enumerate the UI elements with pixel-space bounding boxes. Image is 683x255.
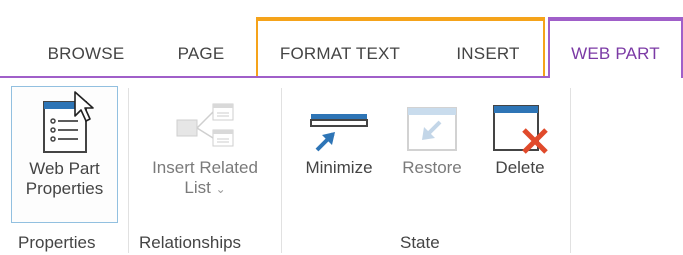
tab-browse[interactable]: BROWSE [32,32,140,76]
insert-related-list-label-text: List [184,178,211,197]
minimize-button[interactable]: Minimize [294,86,384,223]
mouse-cursor-icon [73,90,95,129]
web-part-properties-label-line1: Web Part [29,159,100,178]
minimize-icon [309,94,369,158]
insert-related-list-icon [173,94,237,158]
insert-related-list-label-line2: List ⌄ [184,178,225,199]
delete-icon [490,94,550,158]
insert-related-list-label-line1: Insert Related [152,158,258,177]
group-state: Minimize Restore Delete State [282,78,570,255]
group-label-relationships: Relationships [139,233,242,252]
restore-label: Restore [402,158,462,177]
group-label-properties: Properties [18,233,96,252]
web-part-properties-button[interactable]: Web Part Properties [11,86,118,223]
delete-label: Delete [495,158,545,177]
restore-icon [404,94,460,158]
group-relationships: Insert Related List ⌄ Relationships [129,78,281,255]
ribbon: BROWSE PAGE FORMAT TEXT INSERT WEB PART [0,0,683,255]
web-part-properties-label-line2: Properties [25,179,104,198]
tab-page[interactable]: PAGE [166,32,236,76]
insert-related-list-button[interactable]: Insert Related List ⌄ [139,86,271,223]
tab-format-text[interactable]: FORMAT TEXT [270,32,410,76]
restore-button[interactable]: Restore [392,86,472,223]
tab-insert[interactable]: INSERT [448,32,528,76]
minimize-label: Minimize [305,158,373,177]
ribbon-tab-bar: BROWSE PAGE FORMAT TEXT INSERT WEB PART [0,0,683,81]
tab-web-part[interactable]: WEB PART [548,17,683,81]
group-divider [570,88,571,253]
group-label-state: State [400,233,440,252]
ribbon-commands: Web Part Properties Properties Insert Re… [0,78,683,255]
group-properties: Web Part Properties Properties [0,78,128,255]
delete-button[interactable]: Delete [480,86,560,223]
dropdown-arrow-icon: ⌄ [215,182,226,196]
